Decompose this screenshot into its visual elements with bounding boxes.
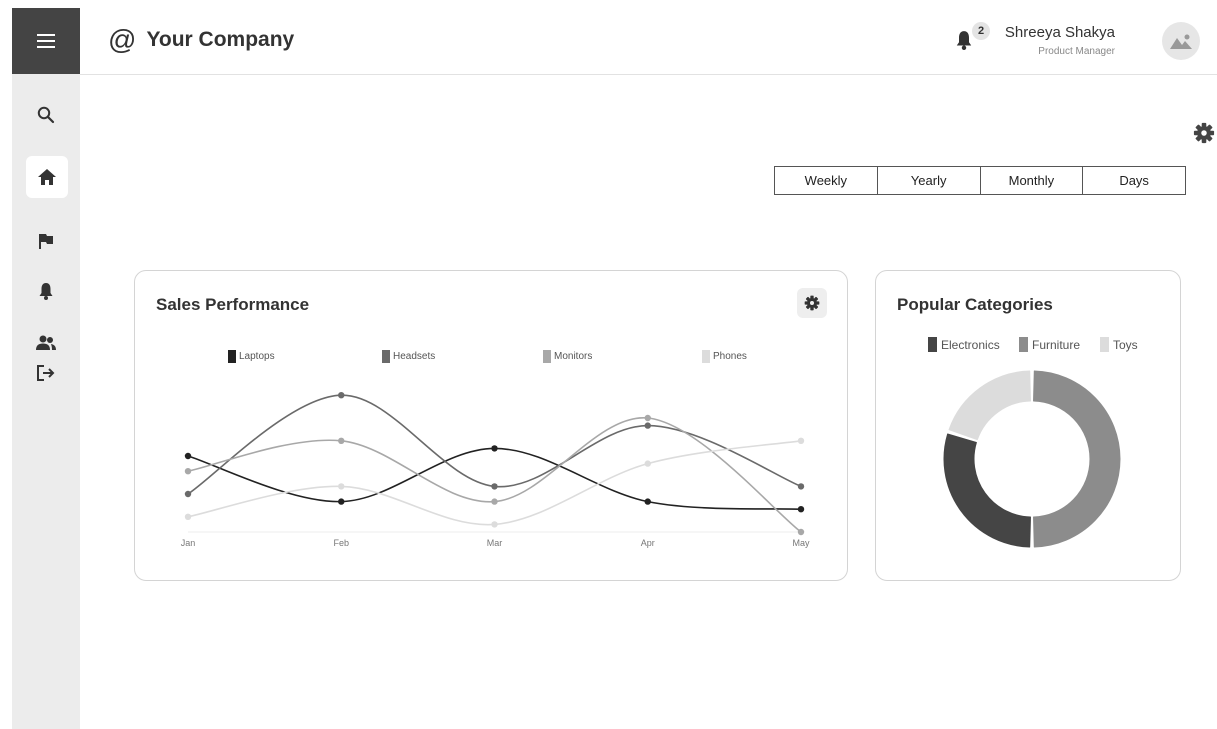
sidebar-item-users[interactable] [12,328,80,358]
data-point-headsets-mar[interactable] [491,483,498,490]
sidebar-item-search[interactable] [12,100,80,130]
tab-monthly[interactable]: Monthly [981,167,1084,194]
donut-slice-furniture[interactable] [1033,370,1121,548]
sidebar [12,8,80,729]
sidebar-item-notifications[interactable] [12,276,80,306]
data-point-laptops-may[interactable] [797,506,805,513]
search-icon [37,106,55,124]
flag-icon [39,234,53,249]
series-line-headsets [187,394,802,495]
sales-performance-card: Sales Performance Laptops Headsets Monit… [134,270,848,581]
categories-donut-chart [943,370,1121,548]
data-point-laptops-mar[interactable] [491,445,498,452]
data-point-laptops-feb[interactable] [338,498,345,505]
data-point-phones-jan[interactable] [184,513,192,520]
x-tick-label: Jan [181,538,196,548]
tab-yearly[interactable]: Yearly [878,167,981,194]
x-tick-label: Mar [487,538,503,548]
data-point-headsets-feb[interactable] [338,392,345,399]
data-point-monitors-jan[interactable] [184,468,192,475]
tab-days[interactable]: Days [1083,167,1185,194]
brand[interactable]: @ Your Company [108,26,294,54]
tab-weekly[interactable]: Weekly [775,167,878,194]
data-point-monitors-feb[interactable] [338,437,345,444]
x-tick-label: Feb [333,538,349,548]
data-point-headsets-may[interactable] [797,483,805,490]
series-line-monitors [187,417,802,533]
user-name[interactable]: Shreeya Shakya [1005,24,1115,41]
x-tick-label: Apr [641,538,655,548]
menu-toggle-button[interactable] [12,8,80,74]
sales-line-chart: Jan Feb Mar Apr May [181,392,810,548]
donut-slice-toys[interactable] [948,370,1031,441]
sidebar-item-home[interactable] [26,156,68,198]
user-role: Product Manager [1038,46,1115,57]
data-point-monitors-mar[interactable] [491,498,498,505]
notifications-button[interactable]: 2 [956,22,990,54]
gear-icon [1193,122,1215,144]
data-point-laptops-apr[interactable] [644,498,651,505]
data-point-headsets-apr[interactable] [644,422,651,429]
data-point-headsets-jan[interactable] [184,490,192,498]
sidebar-item-flag[interactable] [12,226,80,256]
top-bar: @ Your Company 2 Shreeya Shakya Product … [80,0,1217,75]
popular-categories-card: Popular Categories Electronics Furniture… [875,270,1181,581]
hamburger-icon [37,34,55,48]
data-point-phones-feb[interactable] [338,483,345,490]
data-point-phones-apr[interactable] [644,460,651,467]
bell-icon [39,283,53,300]
image-placeholder-icon [1170,34,1192,49]
users-icon [36,335,56,350]
notification-count-badge: 2 [972,22,990,40]
data-point-monitors-may[interactable] [797,528,805,536]
donut-slice-electronics[interactable] [943,433,1031,548]
page-settings-button[interactable] [1193,122,1215,149]
home-icon [38,169,56,185]
sidebar-item-logout[interactable] [12,358,80,388]
series-line-phones [187,440,802,526]
brand-logo: @ [108,24,137,55]
data-point-laptops-jan[interactable] [184,452,192,460]
data-point-phones-may[interactable] [797,437,805,444]
data-point-phones-mar[interactable] [491,521,498,528]
data-point-monitors-apr[interactable] [644,414,651,422]
avatar[interactable] [1162,22,1200,60]
logout-icon [37,365,55,381]
x-tick-label: May [792,538,810,548]
brand-name: Your Company [146,28,295,51]
bell-icon [956,31,972,50]
period-selector: Weekly Yearly Monthly Days [774,166,1186,195]
